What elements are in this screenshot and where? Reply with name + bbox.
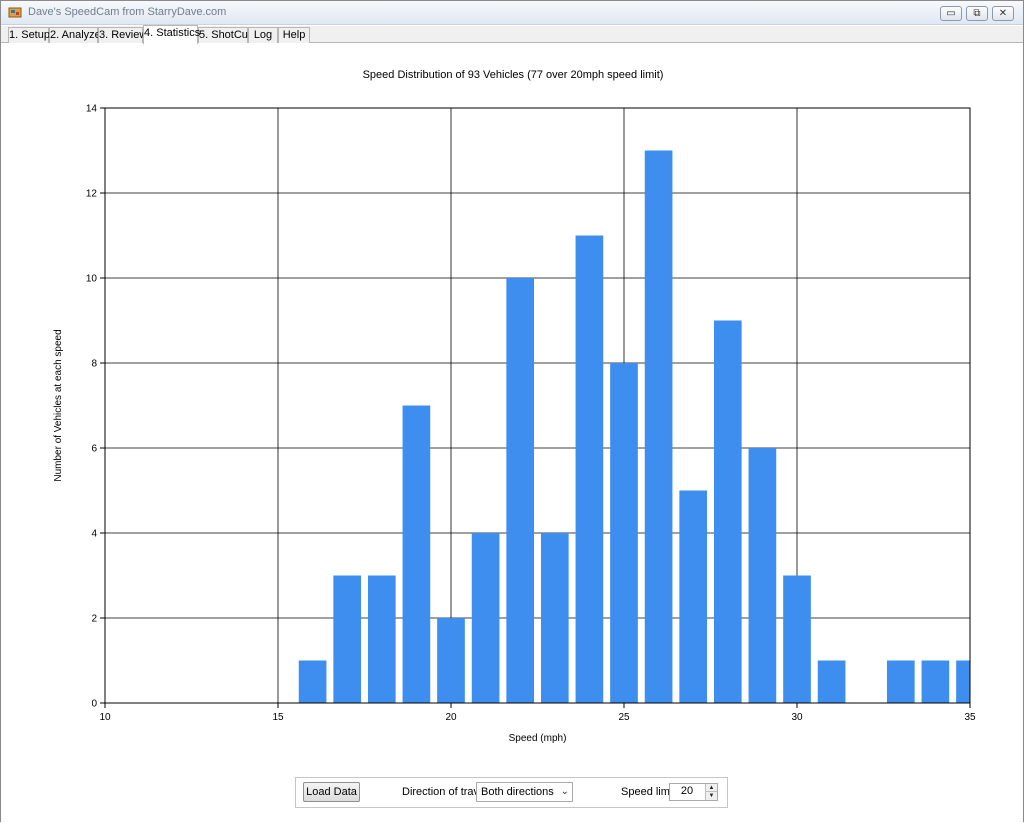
title-bar[interactable]: Dave's SpeedCam from StarryDave.com ▭ ⧉ … [1,1,1023,25]
y-tick-label: 10 [86,274,98,285]
y-axis-label: Number of Vehicles at each speed [53,329,64,481]
histogram-bar [402,405,431,703]
tab-label: 3. Review [99,29,148,41]
histogram-bar [817,660,846,703]
x-tick-label: 25 [618,712,630,723]
histogram-bar [367,575,396,703]
tab-label: 2. Analyze [50,29,101,41]
histogram-bar [471,533,500,703]
direction-label: Direction of travel [402,786,488,798]
window-title: Dave's SpeedCam from StarryDave.com [28,6,227,18]
histogram-bar [679,490,708,703]
tab-strip: 1. Setup 2. Analyze 3. Review 4. Statist… [1,25,1023,44]
tab-help[interactable]: Help [278,27,310,43]
minimize-button[interactable]: ▭ [940,6,962,21]
y-tick-label: 2 [91,614,97,625]
speed-histogram-chart: 0 2 4 6 8 10 12 14 10 15 20 25 30 35 Speed Distributio… [53,69,976,744]
histogram-bar [783,575,811,703]
spin-up-icon[interactable]: ▲ [706,784,717,792]
tab-label: 4. Statistics [144,27,201,39]
tab-label: 1. Setup [9,29,50,41]
x-tick-label: 35 [964,712,976,723]
tab-statistics[interactable]: 4. Statistics [143,25,201,44]
speed-limit-label: Speed limit [621,786,676,798]
histogram-bar [644,150,673,703]
histogram-bar [540,533,569,703]
tab-label: Log [253,29,273,41]
app-window: Dave's SpeedCam from StarryDave.com ▭ ⧉ … [0,0,1024,823]
histogram-bar [610,363,638,703]
y-tick-label: 4 [91,529,97,540]
tab-analyze[interactable]: 2. Analyze [49,27,101,43]
x-tick-label: 15 [272,712,284,723]
controls-panel: Load Data Direction of travel Both direc… [295,777,728,808]
chart-title: Speed Distribution of 93 Vehicles (77 ov… [363,69,664,81]
spin-buttons: ▲ ▼ [705,784,717,800]
y-tick-label: 14 [86,104,98,115]
close-icon: ✕ [998,7,1008,19]
plot-frame [104,107,971,704]
histogram-bar [298,660,327,703]
tab-log[interactable]: Log [248,27,278,43]
x-tick-label: 20 [445,712,457,723]
tab-setup[interactable]: 1. Setup [8,27,50,43]
app-icon [8,7,22,18]
y-tick-label: 0 [91,699,97,710]
direction-select[interactable]: Both directions ⌄ [476,782,573,802]
histogram-bar [886,660,915,703]
tab-label: Help [282,29,306,41]
spin-down-icon[interactable]: ▼ [706,792,717,800]
histogram-bar [506,278,535,703]
histogram-bar [921,660,950,703]
statistics-panel: 0 2 4 6 8 10 12 14 10 15 20 25 30 35 Speed Distributio… [1,43,1023,823]
tab-review[interactable]: 3. Review [98,27,147,43]
tab-label: 5. ShotCut [199,29,251,41]
close-button[interactable]: ✕ [992,6,1014,21]
tab-shotcut[interactable]: 5. ShotCut [198,27,251,43]
minimize-icon: ▭ [946,7,956,19]
histogram-bar [575,235,604,703]
y-tick-label: 8 [91,359,97,370]
speed-limit-stepper[interactable]: 20 ▲ ▼ [669,783,718,801]
histogram-bar [748,448,777,703]
x-tick-label: 10 [99,712,111,723]
x-tick-label: 30 [791,712,803,723]
chevron-down-icon: ⌄ [560,786,569,797]
histogram-bar [333,575,362,703]
histogram-bar [437,618,465,703]
histogram-bar [713,320,742,703]
y-tick-label: 12 [86,189,98,200]
restore-button[interactable]: ⧉ [966,6,988,21]
load-data-button[interactable]: Load Data [303,782,360,802]
speed-limit-value[interactable]: 20 [670,785,704,797]
direction-value: Both directions [481,786,554,798]
y-tick-label: 6 [91,444,97,455]
restore-icon: ⧉ [973,7,981,19]
x-axis-label: Speed (mph) [509,733,567,744]
